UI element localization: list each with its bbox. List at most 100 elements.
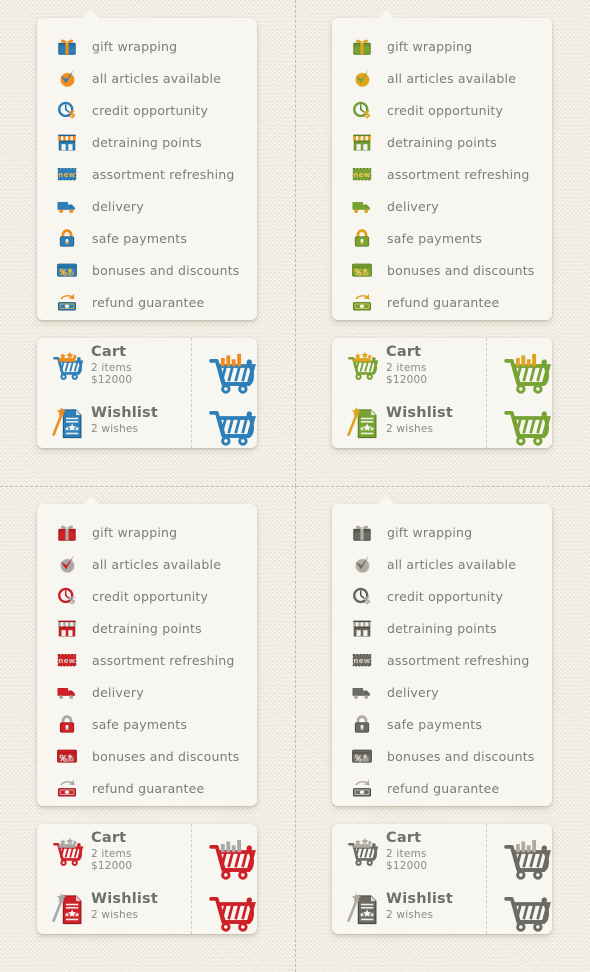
feature-list-item[interactable]: safe payments [37, 222, 257, 254]
cart-row-text: Cart 2 items $12000 [386, 344, 427, 386]
cart-panel-left: Cart 2 items $12000 Wishlist 2 wishes [332, 338, 487, 448]
cart-row-sub2: $12000 [91, 860, 133, 873]
cart-row-sub1: 2 wishes [386, 423, 434, 436]
feature-list-item[interactable]: bonuses and discounts [332, 740, 552, 772]
wishlist-summary-row[interactable]: Wishlist 2 wishes [332, 393, 487, 448]
cart-star-icon [50, 351, 84, 381]
cart-panel-left: Cart 2 items $12000 Wishlist 2 wishes [37, 824, 192, 934]
feature-label: detraining points [387, 134, 497, 150]
feature-list-item[interactable]: all articles available [332, 548, 552, 580]
feature-label: refund guarantee [387, 780, 500, 796]
feature-list-item[interactable]: refund guarantee [37, 286, 257, 318]
wishlist-wand-icon [345, 892, 377, 924]
feature-list-item[interactable]: safe payments [332, 708, 552, 740]
wishlist-summary-row[interactable]: Wishlist 2 wishes [37, 879, 192, 934]
feature-list-item[interactable]: refund guarantee [332, 772, 552, 804]
wishlist-wand-icon [50, 406, 82, 438]
feature-list-item[interactable]: $ credit opportunity [332, 580, 552, 612]
feature-label: assortment refreshing [92, 652, 235, 668]
feature-label: gift wrapping [92, 38, 178, 54]
cart-full-icon[interactable] [499, 836, 551, 880]
tooltip-notch [82, 10, 100, 19]
gift-icon [351, 35, 373, 57]
feature-label: all articles available [387, 70, 517, 86]
cart-row-sub1: 2 wishes [386, 909, 434, 922]
feature-list-item[interactable]: all articles available [37, 62, 257, 94]
truck-icon [351, 195, 373, 217]
feature-label: safe payments [92, 716, 188, 732]
feature-list-item[interactable]: detraining points [37, 612, 257, 644]
cart-panel-right [191, 338, 257, 448]
feature-panel-green: gift wrapping all articles available $ cr… [332, 10, 552, 320]
feature-list-item[interactable]: $ credit opportunity [332, 94, 552, 126]
feature-list-item[interactable]: $ credit opportunity [37, 94, 257, 126]
feature-panel-red: gift wrapping all articles available $ cr… [37, 496, 257, 806]
cart-summary-row[interactable]: Cart 2 items $12000 [37, 338, 192, 393]
new-badge-icon: new [351, 649, 373, 671]
cart-empty-icon[interactable] [499, 888, 551, 932]
cart-row-text: Cart 2 items $12000 [386, 830, 427, 872]
feature-list-item[interactable]: delivery [37, 190, 257, 222]
cart-star-icon [50, 837, 84, 867]
feature-list-item[interactable]: all articles available [332, 62, 552, 94]
cart-row-sub1: 2 items [91, 848, 132, 861]
feature-list-item[interactable]: detraining points [332, 126, 552, 158]
cart-full-icon[interactable] [204, 836, 256, 880]
feature-list-item[interactable]: new assortment refreshing [37, 158, 257, 190]
feature-label: credit opportunity [387, 102, 504, 118]
feature-list-item[interactable]: $ credit opportunity [37, 580, 257, 612]
feature-list-item[interactable]: new assortment refreshing [332, 644, 552, 676]
cart-summary-row[interactable]: Cart 2 items $12000 [332, 338, 487, 393]
feature-list-item[interactable]: detraining points [37, 126, 257, 158]
cart-row-text: Wishlist 2 wishes [386, 891, 453, 922]
cart-summary-row[interactable]: Cart 2 items $12000 [37, 824, 192, 879]
feature-list-item[interactable]: bonuses and discounts [37, 254, 257, 286]
cart-star-icon [345, 351, 379, 381]
new-badge-icon: new [56, 163, 78, 185]
cart-empty-icon[interactable] [204, 888, 256, 932]
cart-full-icon[interactable] [499, 350, 551, 394]
wishlist-summary-row[interactable]: Wishlist 2 wishes [332, 879, 487, 934]
feature-list-item[interactable]: safe payments [37, 708, 257, 740]
feature-list-item[interactable]: gift wrapping [37, 516, 257, 548]
feature-label: all articles available [92, 70, 222, 86]
cart-empty-icon[interactable] [204, 402, 256, 446]
feature-list-item[interactable]: detraining points [332, 612, 552, 644]
feature-label: refund guarantee [387, 294, 500, 310]
feature-list-item[interactable]: safe payments [332, 222, 552, 254]
feature-label: credit opportunity [92, 588, 209, 604]
wishlist-summary-row[interactable]: Wishlist 2 wishes [37, 393, 192, 448]
feature-list-item[interactable]: gift wrapping [332, 30, 552, 62]
feature-label: safe payments [387, 716, 483, 732]
cart-panel-green: Cart 2 items $12000 Wishlist 2 wishes [332, 338, 552, 448]
feature-list-item[interactable]: new assortment refreshing [332, 158, 552, 190]
discount-card-icon [351, 745, 373, 767]
feature-list: gift wrapping all articles available $ cr… [37, 30, 257, 318]
feature-list-item[interactable]: delivery [37, 676, 257, 708]
cart-panel-red: Cart 2 items $12000 Wishlist 2 wishes [37, 824, 257, 934]
feature-list-item[interactable]: new assortment refreshing [37, 644, 257, 676]
feature-label: bonuses and discounts [387, 748, 535, 764]
feature-list-item[interactable]: delivery [332, 676, 552, 708]
checkmark-icon [56, 67, 78, 89]
cart-panel-blue: Cart 2 items $12000 Wishlist 2 wishes [37, 338, 257, 448]
svg-text:new: new [353, 657, 370, 665]
feature-list-item[interactable]: delivery [332, 190, 552, 222]
feature-list-item[interactable]: refund guarantee [332, 286, 552, 318]
discount-card-icon [351, 259, 373, 281]
cart-empty-icon[interactable] [499, 402, 551, 446]
cart-summary-row[interactable]: Cart 2 items $12000 [332, 824, 487, 879]
feature-label: bonuses and discounts [92, 262, 240, 278]
feature-list: gift wrapping all articles available $ cr… [332, 516, 552, 804]
feature-list-item[interactable]: gift wrapping [332, 516, 552, 548]
feature-list-item[interactable]: all articles available [37, 548, 257, 580]
clock-dollar-icon: $ [351, 585, 373, 607]
feature-label: assortment refreshing [92, 166, 235, 182]
cart-panel-right [486, 824, 552, 934]
svg-text:$: $ [364, 109, 371, 120]
cart-full-icon[interactable] [204, 350, 256, 394]
feature-list-item[interactable]: gift wrapping [37, 30, 257, 62]
feature-list-item[interactable]: refund guarantee [37, 772, 257, 804]
feature-list-item[interactable]: bonuses and discounts [332, 254, 552, 286]
feature-list-item[interactable]: bonuses and discounts [37, 740, 257, 772]
